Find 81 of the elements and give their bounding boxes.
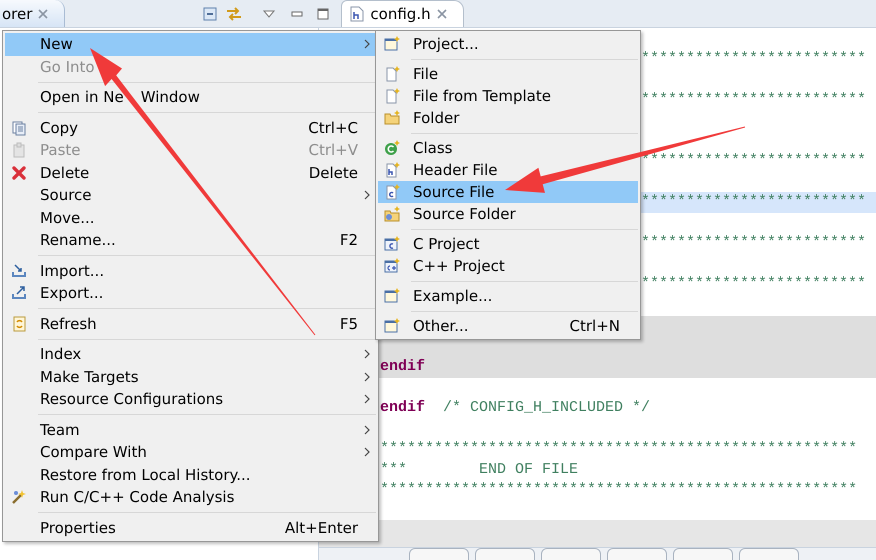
refresh-icon xyxy=(11,316,27,332)
menu-item[interactable]: Folder xyxy=(378,107,638,129)
menu-item[interactable]: Move... xyxy=(5,206,376,229)
folder-icon xyxy=(384,110,400,126)
menu-item[interactable]: Resource Configurations xyxy=(5,388,376,410)
close-icon[interactable] xyxy=(436,9,447,19)
wand-icon xyxy=(11,489,27,506)
source-file-icon xyxy=(384,184,400,200)
menu-item[interactable]: Source Folder xyxy=(378,203,638,225)
menu-item[interactable]: Class xyxy=(378,137,638,159)
menu-item[interactable]: Compare With xyxy=(5,441,376,464)
file-icon xyxy=(384,66,400,82)
code-comment: *** END OF FILE xyxy=(380,460,578,478)
close-icon[interactable] xyxy=(38,8,48,18)
code-comment: ************************* xyxy=(641,234,866,251)
menu-item[interactable]: Team xyxy=(5,418,376,441)
panel-tab[interactable] xyxy=(673,548,733,560)
c-project-icon xyxy=(384,236,400,252)
code-comment: ************************* xyxy=(641,90,866,108)
panel-tab[interactable] xyxy=(607,548,667,560)
code-comment: /* CONFIG_H_INCLUDED */ xyxy=(443,399,650,416)
menu-item[interactable]: Other... Ctrl+N xyxy=(378,315,638,337)
collapse-all-icon[interactable] xyxy=(203,6,218,20)
cpp-project-icon xyxy=(384,258,400,274)
code-comment: ************************* xyxy=(641,152,866,169)
menu-item[interactable]: Copy Ctrl+C xyxy=(5,116,376,139)
menu-item[interactable]: Project... xyxy=(378,33,638,55)
window-icon xyxy=(384,36,400,52)
minimize-icon[interactable] xyxy=(291,10,304,18)
menu-item[interactable]: Import... xyxy=(5,260,376,282)
code-comment: ***************************************************** xyxy=(380,440,858,457)
menu-item[interactable]: File xyxy=(378,63,638,85)
view-menu-icon[interactable] xyxy=(263,10,276,18)
menu-item[interactable]: Source File xyxy=(378,181,638,203)
header-file-icon xyxy=(350,6,364,22)
maximize-icon[interactable] xyxy=(317,8,330,20)
menu-item[interactable]: Refresh F5 xyxy=(5,312,376,335)
label-part: Open in Ne xyxy=(40,88,124,106)
menu-item[interactable]: Header File xyxy=(378,159,638,181)
menu-item[interactable]: File from Template xyxy=(378,85,638,107)
menu-item[interactable]: C++ Project xyxy=(378,255,638,277)
panel-tab[interactable] xyxy=(541,548,601,560)
code-comment: ***************************************************** xyxy=(380,481,858,498)
window-icon xyxy=(384,318,400,334)
code-comment: ************************* xyxy=(641,193,866,210)
menu-item[interactable]: Export... xyxy=(5,282,376,304)
label-part: Window xyxy=(140,88,200,106)
panel-tab[interactable] xyxy=(409,548,469,560)
panel-tab[interactable] xyxy=(739,548,799,560)
menu-item[interactable]: Restore from Local History... xyxy=(5,464,376,486)
view-tab[interactable]: orer xyxy=(0,0,66,27)
menu-item[interactable]: Index xyxy=(5,343,376,366)
code-comment: ************************* xyxy=(641,275,866,292)
copy-icon xyxy=(11,120,27,136)
panel-tab[interactable] xyxy=(475,548,535,560)
menu-item[interactable]: New xyxy=(5,33,376,56)
import-icon xyxy=(11,262,27,279)
menu-item[interactable]: Example... xyxy=(378,285,638,307)
editor-tab[interactable]: config.h xyxy=(341,0,464,27)
link-arrows-icon[interactable] xyxy=(225,6,244,22)
code-keyword: endif xyxy=(380,399,426,416)
menu-item[interactable]: Delete Delete xyxy=(5,162,376,184)
file-icon xyxy=(384,88,400,104)
export-icon xyxy=(11,285,27,302)
code-comment: ************************* xyxy=(641,50,866,66)
menu-item[interactable]: Run C/C++ Code Analysis xyxy=(5,486,376,508)
menu-item[interactable]: Source xyxy=(5,184,376,206)
source-folder-icon xyxy=(384,206,400,222)
tab-label: orer xyxy=(2,4,32,22)
menu-item[interactable]: Make Targets xyxy=(5,366,376,388)
menu-item[interactable]: Rename... F2 xyxy=(5,229,376,252)
menu-item[interactable]: C Project xyxy=(378,233,638,255)
code-keyword: endif xyxy=(380,358,426,375)
window-icon xyxy=(384,288,400,304)
header-file-icon xyxy=(384,162,400,178)
menu-item[interactable]: Open in Ne Window xyxy=(5,86,376,108)
tab-label: config.h xyxy=(370,5,431,23)
class-icon xyxy=(384,140,400,156)
delete-icon xyxy=(11,164,27,181)
clipboard-icon xyxy=(11,142,27,158)
menu-item[interactable]: Properties Alt+Enter xyxy=(5,516,376,539)
